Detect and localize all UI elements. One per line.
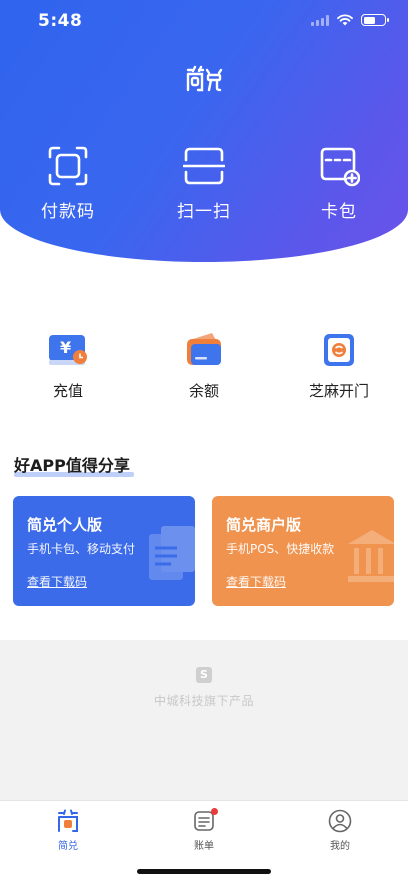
tab-bill-label: 账单 [194,841,214,852]
brand-logo-icon: S [196,667,212,683]
share-title-text: 好APP值得分享 [14,456,130,475]
bill-icon-wrap [192,808,218,833]
user-icon [328,809,352,833]
services-row: ¥ 充值 余额 芝麻开门 [0,330,408,410]
tab-bill[interactable]: 账单 [164,808,244,852]
balance-label: 余额 [188,382,219,400]
open-door-button[interactable]: 芝麻开门 [284,330,394,401]
balance-button[interactable]: 余额 [149,330,259,401]
tab-home-label: 简兑 [58,841,78,852]
view-download-code-link[interactable]: 查看下载码 [226,573,286,590]
share-section-title: 好APP值得分享 [14,452,134,477]
document-icon [149,526,195,580]
scan-button[interactable]: 扫一扫 [149,145,259,222]
merchant-edition-card[interactable]: 简兑商户版 手机POS、快捷收款 查看下载码 [212,496,394,606]
tab-mine[interactable]: 我的 [300,809,380,852]
status-bar: 5:48 [0,0,408,44]
svg-text:¥: ¥ [60,338,71,357]
card-wallet-label: 卡包 [321,202,357,222]
app-logo-icon [186,65,223,92]
footer-area: S 中城科技旗下产品 [0,640,408,800]
card-add-icon [320,147,360,187]
tab-mine-label: 我的 [330,841,350,852]
wifi-icon [337,14,353,26]
open-door-label: 芝麻开门 [308,382,369,400]
card-title: 简兑商户版 [226,516,302,534]
card-title: 简兑个人版 [27,516,103,534]
battery-icon [361,14,389,26]
tab-home[interactable]: 简兑 [28,809,108,852]
hero-actions: 付款码 扫一扫 卡包 [0,145,408,225]
home-indicator [137,869,271,874]
view-download-code-link[interactable]: 查看下载码 [27,573,87,590]
cellular-signal-icon [311,14,329,26]
notification-badge [211,808,218,815]
home-logo-icon [58,809,78,832]
open-door-icon [324,334,354,366]
recharge-label: 充值 [52,382,83,400]
card-wallet-button[interactable]: 卡包 [284,145,394,222]
scan-label: 扫一扫 [177,202,231,222]
payment-code-label: 付款码 [41,202,95,222]
storefront-icon [348,530,394,582]
status-icons [311,14,389,26]
status-time: 5:48 [38,11,83,31]
personal-edition-card[interactable]: 简兑个人版 手机卡包、移动支付 查看下载码 [13,496,195,606]
card-subtitle: 手机卡包、移动支付 [27,542,136,556]
scan-frame-icon [48,146,88,186]
card-subtitle: 手机POS、快捷收款 [226,542,335,556]
brand-text: 中城科技旗下产品 [153,694,254,708]
hero-header: 5:48 付款码 扫一扫 卡包 [0,0,408,262]
recharge-button[interactable]: ¥ 充值 [13,330,123,401]
recharge-icon: ¥ [49,335,87,365]
payment-code-button[interactable]: 付款码 [13,145,123,222]
wallet-icon [187,333,221,365]
scan-line-icon [183,147,225,185]
